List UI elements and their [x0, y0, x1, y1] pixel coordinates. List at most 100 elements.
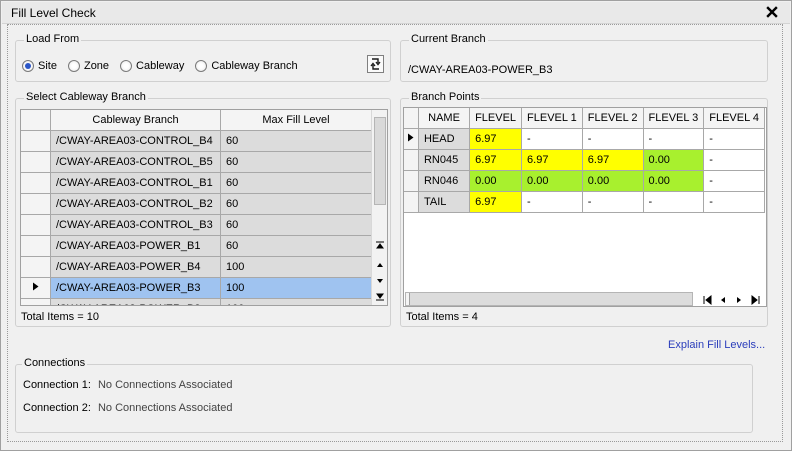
explain-fill-levels-link[interactable]: Explain Fill Levels... [668, 339, 765, 351]
fill-level-cell[interactable]: - [703, 170, 765, 192]
fill-level-cell[interactable]: - [642, 128, 705, 150]
column-header-max-fill-level[interactable]: Max Fill Level [220, 110, 372, 131]
column-header-flevel[interactable]: FLEVEL [469, 108, 523, 129]
fill-level-cell[interactable]: 0.00 [642, 170, 705, 192]
fill-level-cell[interactable]: 0.00 [581, 170, 644, 192]
last-record-icon[interactable] [750, 294, 762, 306]
max-fill-level-cell[interactable]: 100 [220, 277, 372, 299]
row-header[interactable] [21, 130, 51, 152]
fill-level-cell[interactable]: - [703, 191, 765, 213]
scroll-up-icon[interactable] [374, 259, 386, 271]
table-row[interactable]: /CWAY-AREA03-CONTROL_B4 60 [21, 130, 372, 152]
row-header[interactable] [21, 172, 51, 194]
load-from-option-cableway-branch[interactable]: Cableway Branch [195, 60, 298, 72]
name-cell[interactable]: TAIL [417, 191, 471, 213]
cableway-branch-cell[interactable]: /CWAY-AREA03-CONTROL_B3 [50, 214, 221, 236]
cableway-branch-cell[interactable]: /CWAY-AREA03-POWER_B2 [50, 298, 221, 305]
column-header-flevel-2[interactable]: FLEVEL 2 [581, 108, 644, 129]
row-header[interactable] [21, 151, 51, 173]
max-fill-level-cell[interactable]: 60 [220, 151, 372, 173]
row-header[interactable] [404, 191, 419, 213]
row-header[interactable] [404, 128, 419, 150]
row-header[interactable] [404, 149, 419, 171]
max-fill-level-cell[interactable]: 60 [220, 193, 372, 215]
cableway-branch-cell[interactable]: /CWAY-AREA03-CONTROL_B2 [50, 193, 221, 215]
fill-level-cell[interactable]: - [521, 191, 583, 213]
column-header-flevel-4[interactable]: FLEVEL 4 [703, 108, 765, 129]
row-header[interactable] [21, 214, 51, 236]
table-row[interactable]: /CWAY-AREA03-CONTROL_B5 60 [21, 151, 372, 173]
load-from-option-site[interactable]: Site [22, 60, 57, 72]
max-fill-level-cell[interactable]: 60 [220, 235, 372, 257]
refresh-button[interactable] [367, 55, 384, 73]
cableway-branch-cell[interactable]: /CWAY-AREA03-CONTROL_B4 [50, 130, 221, 152]
scroll-bottom-icon[interactable] [374, 291, 386, 303]
name-cell[interactable]: HEAD [417, 128, 471, 150]
scroll-top-icon[interactable] [374, 239, 386, 251]
row-header[interactable] [21, 298, 51, 305]
cableway-branch-cell[interactable]: /CWAY-AREA03-POWER_B3 [50, 277, 221, 299]
vertical-scrollbar[interactable] [371, 110, 387, 305]
table-row[interactable]: TAIL 6.97- - - - [404, 191, 765, 213]
first-record-icon[interactable] [701, 294, 713, 306]
table-row[interactable]: /CWAY-AREA03-POWER_B1 60 [21, 235, 372, 257]
fill-level-cell[interactable]: 0.00 [469, 170, 523, 192]
table-row[interactable]: /CWAY-AREA03-CONTROL_B1 60 [21, 172, 372, 194]
radio-button[interactable] [120, 60, 133, 72]
load-from-option-cableway[interactable]: Cableway [120, 60, 184, 72]
column-header-flevel-1[interactable]: FLEVEL 1 [521, 108, 583, 129]
connection-1-label: Connection 1: [23, 379, 91, 391]
table-row[interactable]: HEAD 6.97- - - - [404, 128, 765, 150]
previous-record-icon[interactable] [717, 294, 729, 306]
name-cell[interactable]: RN046 [417, 170, 471, 192]
row-header[interactable] [21, 193, 51, 215]
fill-level-cell[interactable]: 0.00 [521, 170, 583, 192]
fill-level-cell[interactable]: - [642, 191, 705, 213]
cableway-branch-cell[interactable]: /CWAY-AREA03-POWER_B4 [50, 256, 221, 278]
fill-level-cell[interactable]: - [521, 128, 583, 150]
scrollbar-thumb[interactable] [374, 117, 386, 205]
max-fill-level-cell[interactable]: 60 [220, 214, 372, 236]
next-record-icon[interactable] [733, 294, 745, 306]
row-header[interactable] [404, 170, 419, 192]
fill-level-cell[interactable]: - [581, 191, 644, 213]
fill-level-cell[interactable]: 6.97 [469, 128, 523, 150]
fill-level-cell[interactable]: 6.97 [581, 149, 644, 171]
column-header-flevel-3[interactable]: FLEVEL 3 [642, 108, 705, 129]
fill-level-cell[interactable]: 0.00 [642, 149, 705, 171]
table-row[interactable]: /CWAY-AREA03-POWER_B4 100 [21, 256, 372, 278]
scrollbar-thumb[interactable] [406, 293, 410, 305]
table-row[interactable]: RN045 6.97 6.97 6.97 0.00- [404, 149, 765, 171]
fill-level-cell[interactable]: 6.97 [521, 149, 583, 171]
radio-button[interactable] [22, 60, 34, 72]
table-row[interactable]: /CWAY-AREA03-CONTROL_B2 60 [21, 193, 372, 215]
table-row[interactable]: /CWAY-AREA03-POWER_B3 100 [21, 277, 372, 299]
row-header[interactable] [21, 235, 51, 257]
row-header[interactable] [21, 277, 51, 299]
fill-level-cell[interactable]: 6.97 [469, 149, 523, 171]
scroll-down-icon[interactable] [374, 275, 386, 287]
column-header-name[interactable]: NAME [417, 108, 471, 129]
cableway-branch-cell[interactable]: /CWAY-AREA03-CONTROL_B1 [50, 172, 221, 194]
name-cell[interactable]: RN045 [417, 149, 471, 171]
cableway-branch-cell[interactable]: /CWAY-AREA03-CONTROL_B5 [50, 151, 221, 173]
fill-level-cell[interactable]: - [703, 128, 765, 150]
load-from-option-zone[interactable]: Zone [67, 60, 109, 72]
radio-button[interactable] [67, 60, 80, 72]
radio-button[interactable] [195, 60, 208, 72]
max-fill-level-cell[interactable]: 60 [220, 130, 372, 152]
table-row[interactable]: /CWAY-AREA03-POWER_B2100 [21, 298, 372, 305]
column-header-cableway-branch[interactable]: Cableway Branch [50, 110, 221, 131]
horizontal-scrollbar[interactable] [405, 292, 693, 306]
max-fill-level-cell[interactable]: 100 [220, 256, 372, 278]
fill-level-cell[interactable]: - [703, 149, 765, 171]
row-header[interactable] [21, 256, 51, 278]
cableway-branch-cell[interactable]: /CWAY-AREA03-POWER_B1 [50, 235, 221, 257]
max-fill-level-cell[interactable]: 100 [220, 298, 372, 305]
table-row[interactable]: /CWAY-AREA03-CONTROL_B3 60 [21, 214, 372, 236]
max-fill-level-cell[interactable]: 60 [220, 172, 372, 194]
close-icon[interactable] [764, 4, 780, 20]
fill-level-cell[interactable]: - [581, 128, 644, 150]
table-row[interactable]: RN046 0.00 0.00 0.00 0.00- [404, 170, 765, 192]
fill-level-cell[interactable]: 6.97 [469, 191, 523, 213]
